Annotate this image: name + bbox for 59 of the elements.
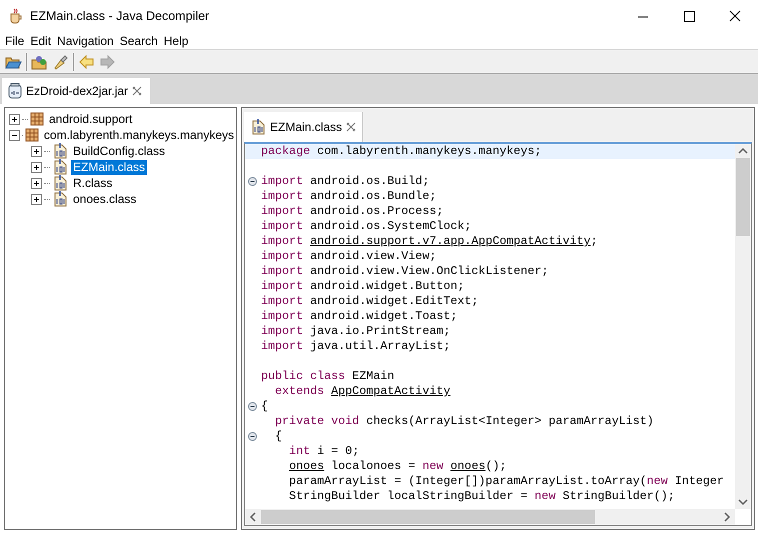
expand-icon[interactable] [31,194,42,204]
code-line: import android.view.View; [260,249,436,264]
package-icon [24,128,39,142]
menu-item[interactable]: File [2,32,28,49]
menu-item[interactable]: Search [116,32,161,49]
code-line: import android.view.View.OnClickListener; [260,264,549,279]
code-line: { [260,399,268,414]
left-arrow-icon[interactable] [78,54,95,70]
code-line: { [274,429,282,444]
code-line: paramArrayList = (Integer[])paramArrayList.toArray(new Integer [288,474,724,489]
menu-item[interactable]: Navigation [54,32,117,49]
window-title: EZMain.class - Java Decompiler [30,8,210,25]
scrollbar-thumb[interactable] [261,510,595,524]
tree-item[interactable]: onoes.class [71,192,138,206]
file-tab[interactable]: EzDroid-dex2jar.jar [2,78,150,104]
class-file-icon [250,119,266,135]
collapse-icon[interactable] [248,177,257,186]
class-file-icon [52,143,68,159]
class-file-icon [52,191,68,207]
collapse-icon[interactable] [9,130,20,140]
code-line: import android.os.Process; [260,204,444,219]
flashlight-icon[interactable] [52,54,69,70]
code-line: import android.os.Bundle; [260,189,436,204]
editor-tab[interactable]: EZMain.class [244,112,364,142]
expand-icon[interactable] [31,178,42,188]
menu-item[interactable]: Edit [27,32,54,49]
code-line: public class EZMain [260,369,394,384]
code-line: import android.widget.EditText; [260,294,478,309]
collapse-icon[interactable] [248,402,257,411]
folder-icon[interactable] [31,54,48,70]
scrollbar-thumb[interactable] [736,158,750,236]
tree-item[interactable]: com.labyrenth.manykeys.manykeys [42,128,236,142]
menu-item[interactable]: Help [160,32,192,49]
tree-item[interactable]: android.support [47,112,134,126]
code-line: int i = 0; [288,444,360,459]
code-line: onoes localonoes = new onoes(); [288,459,507,474]
tree-item[interactable]: R.class [71,176,114,190]
tree-item[interactable]: BuildConfig.class [71,144,168,158]
code-line: import android.support.v7.app.AppCompatActivity; [260,234,598,249]
code-line: import android.os.Build; [260,174,430,189]
expand-icon[interactable] [31,162,42,172]
code-line: import java.util.ArrayList; [260,339,450,354]
jar-icon [8,83,22,99]
package-icon [30,112,44,126]
tree-item[interactable]: EZMain.class [71,160,148,174]
class-file-icon [52,159,68,175]
code-line: private void checks(ArrayList<Integer> paramArrayList) [274,414,654,429]
code-line: import android.os.SystemClock; [260,219,472,234]
code-line: package com.labyrenth.manykeys.manykeys; [260,144,542,159]
code-line: import android.widget.Toast; [260,309,458,324]
coffee-cup-icon [8,8,24,24]
code-line: StringBuilder localStringBuilder = new StringBuilder(); [288,489,675,504]
collapse-icon[interactable] [248,432,257,441]
class-file-icon [52,175,68,191]
code-line: import java.io.PrintStream; [260,324,450,339]
expand-icon[interactable] [31,146,42,156]
expand-icon[interactable] [9,114,20,124]
code-line: import android.widget.Button; [260,279,464,294]
code-line: extends AppCompatActivity [274,384,450,399]
